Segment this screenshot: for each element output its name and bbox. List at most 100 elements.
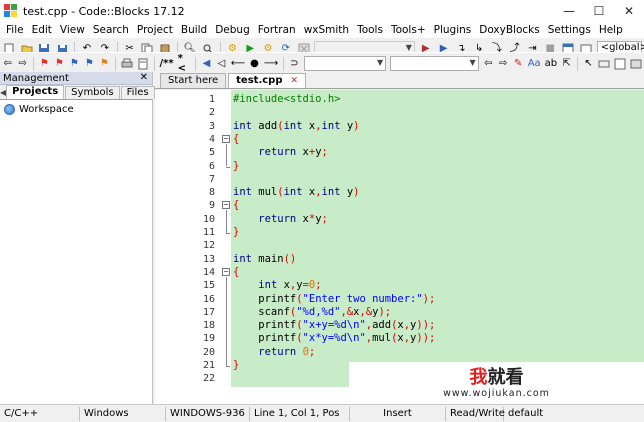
maximize-button[interactable]: ☐: [584, 0, 614, 22]
menu-tools-plus[interactable]: Tools+: [391, 24, 426, 36]
window-title: test.cpp - Code::Blocks 17.12: [23, 4, 185, 18]
tab-test-cpp[interactable]: test.cpp ✕: [228, 73, 307, 88]
code-line[interactable]: 10 return x*y;: [155, 213, 644, 226]
code-line[interactable]: 7: [155, 173, 644, 186]
bookmark-prev-icon[interactable]: ⚑: [39, 57, 50, 71]
line-number: 10: [202, 213, 215, 225]
codeblocks-app-icon: [4, 4, 18, 18]
code-line[interactable]: 16 printf("Enter two number:");: [155, 293, 644, 306]
regex-icon[interactable]: ab: [545, 57, 557, 71]
code-text: scanf("%d,%d",&x,&y);: [233, 305, 392, 318]
bookmark-clear-icon[interactable]: ⚑: [84, 57, 95, 71]
menu-file[interactable]: File: [6, 24, 24, 36]
tab-projects[interactable]: Projects: [6, 85, 65, 99]
code-line[interactable]: 9 {−: [155, 199, 644, 212]
menu-fortran[interactable]: Fortran: [258, 24, 296, 36]
tab-symbols[interactable]: Symbols: [65, 86, 120, 99]
menu-view[interactable]: View: [60, 24, 85, 36]
jump-forward-icon[interactable]: ⇨: [17, 57, 28, 71]
code-editor[interactable]: 1 #include<stdio.h> 2 3 int add(int x,int y)…: [155, 90, 644, 404]
code-line[interactable]: 11}: [155, 226, 644, 239]
menu-debug[interactable]: Debug: [215, 24, 250, 36]
bookmark-toggle-icon[interactable]: ⚑: [69, 57, 80, 71]
code-line[interactable]: 19 printf("x*y=%d\n",mul(x,y));: [155, 332, 644, 345]
line-number: 17: [202, 306, 215, 318]
highlight-icon[interactable]: ✎: [513, 57, 524, 71]
menu-plugins[interactable]: Plugins: [434, 24, 472, 36]
management-close-button[interactable]: ✕: [140, 72, 148, 83]
code-text: return x*y;: [258, 212, 328, 225]
code-line[interactable]: 1 #include<stdio.h>: [155, 93, 644, 106]
menu-edit[interactable]: Edit: [32, 24, 52, 36]
status-eol: Windows (CR+LF): [80, 406, 166, 422]
doxy-help-icon[interactable]: ◀: [201, 57, 212, 71]
menu-doxyblocks[interactable]: DoxyBlocks: [479, 24, 539, 36]
cursor-icon[interactable]: ↖: [583, 57, 594, 71]
flag-icon[interactable]: ⚑: [99, 57, 110, 71]
menu-bar: File Edit View Search Project Build Debu…: [0, 22, 644, 37]
menu-help[interactable]: Help: [599, 24, 623, 36]
doxy-block-comment-button[interactable]: /**: [159, 57, 173, 71]
arrow-left-icon[interactable]: ⇦: [483, 57, 494, 71]
tab-close-icon[interactable]: ✕: [291, 74, 299, 88]
code-line[interactable]: 5 return x+y;: [155, 146, 644, 159]
doxy-extract-icon[interactable]: [137, 57, 149, 71]
code-text: return 0;: [258, 345, 316, 358]
menu-wxsmith[interactable]: wxSmith: [304, 24, 349, 36]
code-text: return x+y;: [258, 146, 328, 159]
management-tabs: ◀ Projects Symbols Files ▶: [0, 85, 162, 100]
menu-tools[interactable]: Tools: [357, 24, 383, 36]
close-button[interactable]: ✕: [614, 0, 644, 22]
line-next-icon[interactable]: ⟶: [264, 57, 278, 71]
doxy-prefs-icon[interactable]: ◁: [216, 57, 227, 71]
workspace-node[interactable]: Workspace: [0, 100, 152, 119]
tab-files[interactable]: Files: [120, 86, 155, 99]
fold-toggle-icon[interactable]: −: [222, 134, 230, 143]
doxy-line-comment-button[interactable]: *<: [178, 53, 191, 73]
code-line[interactable]: 12: [155, 239, 644, 252]
menu-settings[interactable]: Settings: [548, 24, 591, 36]
minimize-button[interactable]: —: [554, 0, 584, 22]
line-number: 3: [208, 120, 215, 132]
code-text: {: [233, 132, 240, 145]
menu-project[interactable]: Project: [137, 24, 173, 36]
code-line[interactable]: 14 {−: [155, 266, 644, 279]
bookmark-next-icon[interactable]: ⚑: [54, 57, 65, 71]
menu-search[interactable]: Search: [93, 24, 129, 36]
code-line[interactable]: 6}: [155, 160, 644, 173]
code-line[interactable]: 13 int main(): [155, 253, 644, 266]
jump-back-icon[interactable]: ⇦: [2, 57, 13, 71]
code-text: }: [233, 226, 240, 238]
arrow-right-icon[interactable]: ⇨: [498, 57, 509, 71]
code-text: }: [233, 359, 240, 371]
menu-build[interactable]: Build: [181, 24, 207, 36]
code-line[interactable]: 3 int add(int x,int y): [155, 120, 644, 133]
code-line[interactable]: 18 printf("x+y=%d\n",add(x,y));: [155, 319, 644, 332]
code-scope-select[interactable]: ▼: [303, 56, 387, 71]
code-line[interactable]: 4 {−: [155, 133, 644, 146]
select-icon[interactable]: ⇱: [561, 57, 572, 71]
code-line[interactable]: 15 int x,y=0;: [155, 279, 644, 292]
code-text: #include<stdio.h>: [233, 93, 341, 105]
code-line[interactable]: 20 return 0;: [155, 346, 644, 359]
fold-toggle-icon[interactable]: −: [222, 201, 230, 210]
line-number: 5: [208, 147, 215, 159]
tab-start-here[interactable]: Start here: [160, 73, 227, 88]
watermark-url: www.wojiukan.com: [443, 387, 550, 399]
code-line[interactable]: 8 int mul(int x,int y): [155, 186, 644, 199]
print-icon[interactable]: [121, 57, 133, 71]
code-completion-icon[interactable]: ⊃: [289, 57, 300, 71]
dot-icon[interactable]: ●: [249, 57, 260, 71]
line-prev-icon[interactable]: ⟵: [231, 57, 245, 71]
match-case-icon[interactable]: Aa: [528, 57, 541, 71]
wx-button-icon[interactable]: [598, 57, 610, 71]
line-number: 12: [202, 240, 215, 252]
status-readwrite: Read/Write: [446, 406, 505, 421]
line-number: 1: [208, 94, 215, 105]
fold-toggle-icon[interactable]: −: [222, 267, 230, 276]
wx-panel-icon[interactable]: [630, 57, 642, 71]
code-line[interactable]: 2: [155, 106, 644, 119]
code-function-select[interactable]: ▼: [390, 56, 479, 71]
code-line[interactable]: 17 scanf("%d,%d",&x,&y);: [155, 306, 644, 319]
wx-frame-icon[interactable]: [614, 57, 626, 71]
